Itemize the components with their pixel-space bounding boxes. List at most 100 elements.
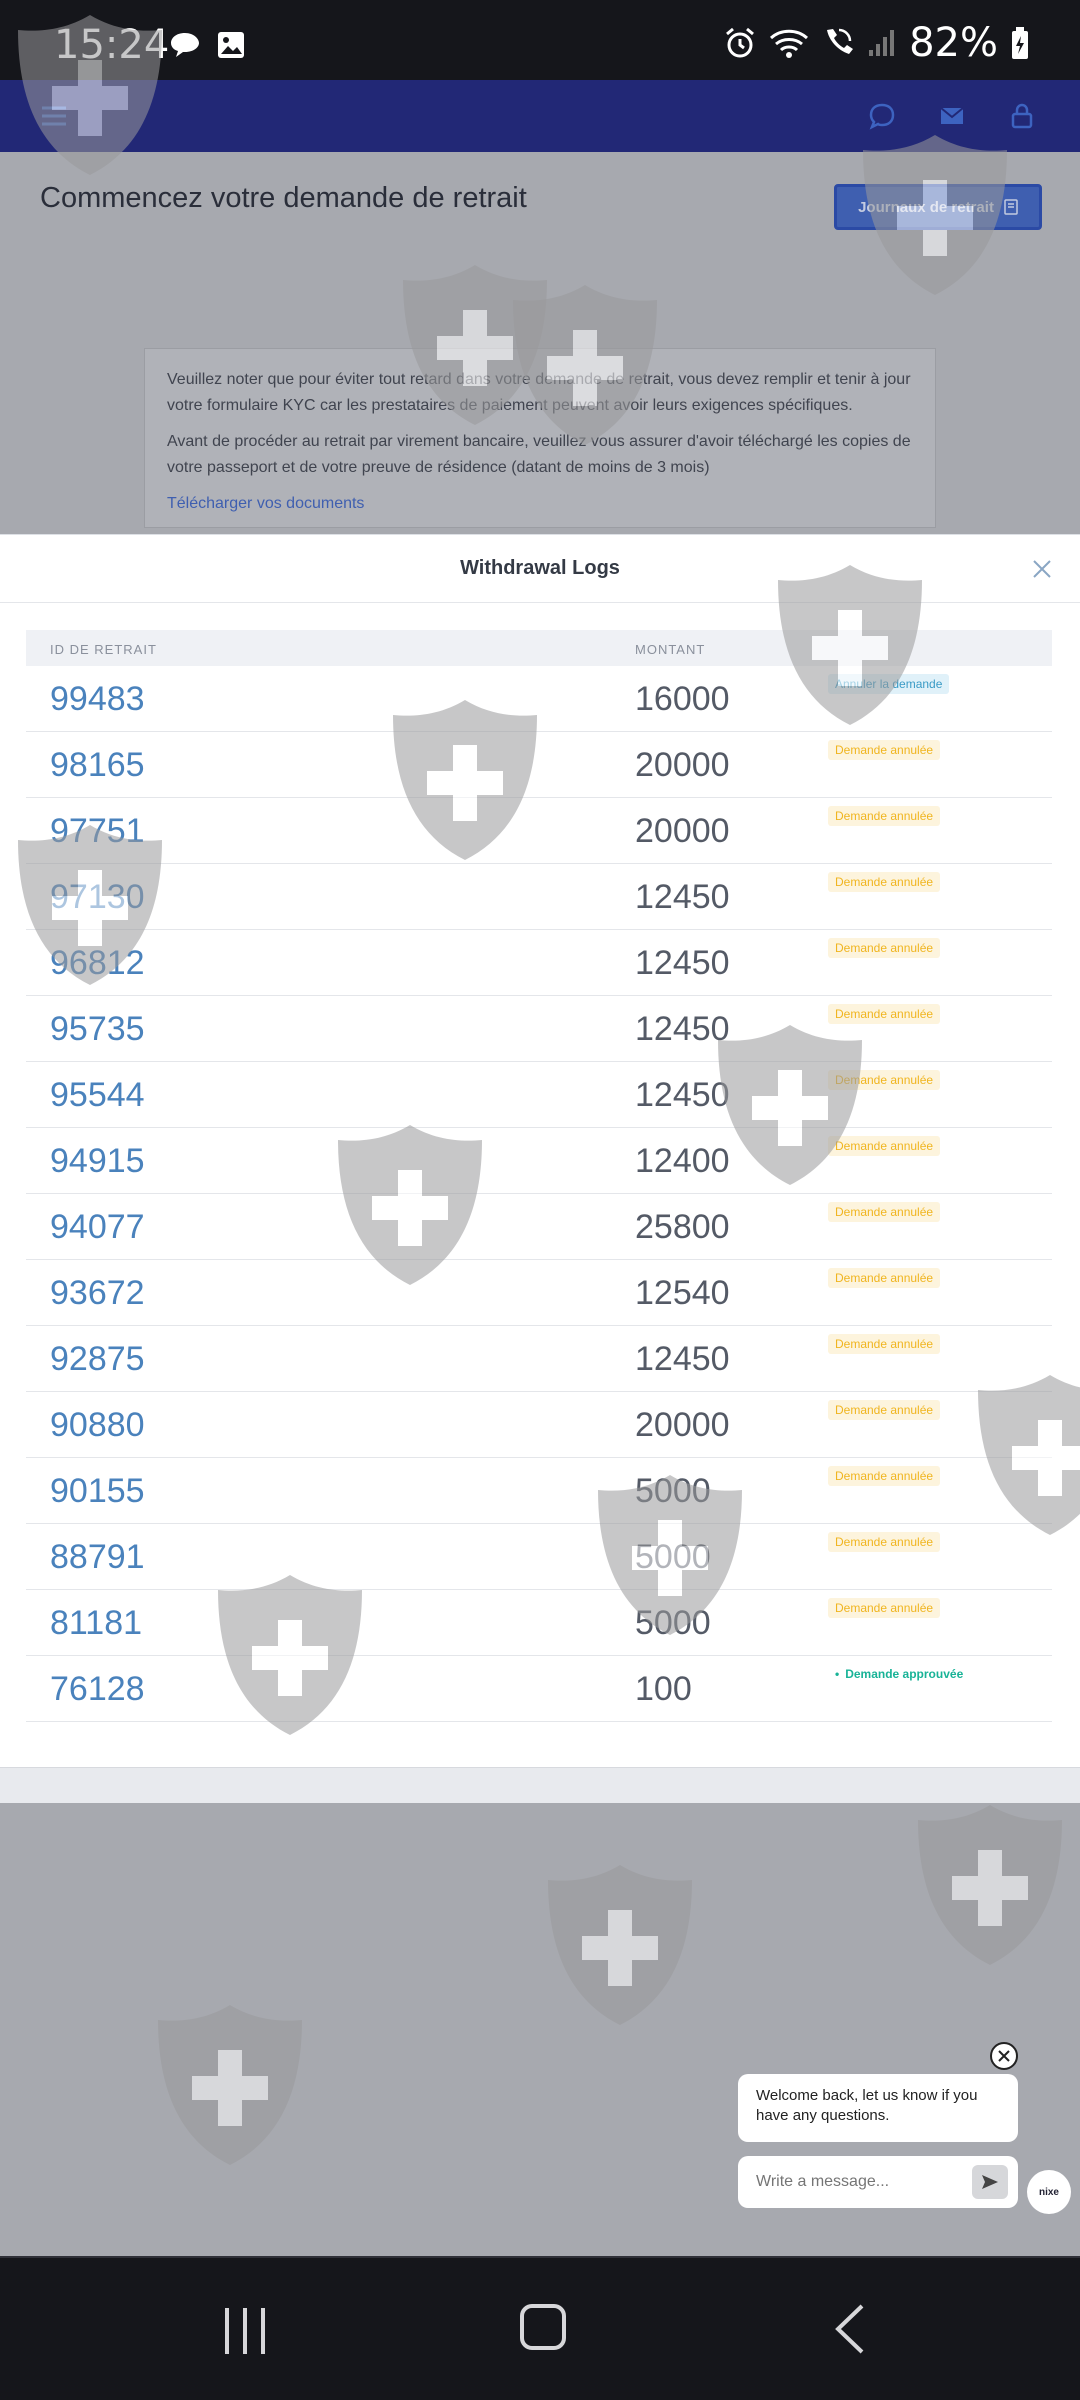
- withdrawal-logs-label: Journaux de retrait: [858, 198, 994, 216]
- status-badge: Demande annulée: [828, 1466, 941, 1486]
- app-header: [0, 80, 1080, 152]
- withdrawal-id[interactable]: 76128: [50, 1670, 145, 1709]
- recents-icon[interactable]: [222, 2306, 268, 2356]
- withdrawal-amount: 5000: [635, 1604, 711, 1642]
- withdrawal-id[interactable]: 98165: [50, 746, 145, 785]
- withdrawal-id[interactable]: 94915: [50, 1142, 145, 1181]
- chat-send-button[interactable]: [972, 2165, 1008, 2199]
- status-badge: Demande annulée: [828, 1598, 941, 1618]
- withdrawal-id[interactable]: 97130: [50, 878, 145, 917]
- withdrawal-id[interactable]: 90155: [50, 1472, 145, 1511]
- page-title: Commencez votre demande de retrait: [40, 182, 527, 214]
- home-icon[interactable]: [520, 2304, 566, 2350]
- withdrawal-id[interactable]: 96812: [50, 944, 145, 983]
- status-badge: Demande annulée: [828, 1532, 941, 1552]
- column-header-amount: MONTANT: [635, 642, 706, 657]
- table-row: 98165 20000 Demande annulée: [26, 732, 1052, 798]
- withdrawal-amount: 12450: [635, 944, 730, 982]
- table-row: 88791 5000 Demande annulée: [26, 1524, 1052, 1590]
- status-bar: 15:24 82%: [0, 0, 1080, 80]
- lock-icon[interactable]: [1008, 102, 1036, 130]
- withdrawal-amount: 5000: [635, 1472, 711, 1510]
- signal-icon: [869, 30, 895, 56]
- image-icon: [218, 32, 244, 58]
- withdrawal-amount: 20000: [635, 1406, 730, 1444]
- table-row: 81181 5000 Demande annulée: [26, 1590, 1052, 1656]
- back-icon[interactable]: [832, 2302, 866, 2356]
- notice-text-1: Veuillez noter que pour éviter tout reta…: [167, 371, 911, 414]
- table-row: 94915 12400 Demande annulée: [26, 1128, 1052, 1194]
- notice-text-2: Avant de procéder au retrait par viremen…: [167, 433, 911, 476]
- chat-dismiss-button[interactable]: [990, 2042, 1018, 2070]
- withdrawal-amount: 12450: [635, 1010, 730, 1048]
- chat-message-input[interactable]: [756, 2173, 972, 2191]
- withdrawal-amount: 12400: [635, 1142, 730, 1180]
- status-badge: Demande annulée: [828, 1136, 941, 1156]
- table-row: 95735 12450 Demande annulée: [26, 996, 1052, 1062]
- status-badge: Demande annulée: [828, 1202, 941, 1222]
- table-row: 90880 20000 Demande annulée: [26, 1392, 1052, 1458]
- close-icon: [998, 2050, 1010, 2062]
- status-badge: Demande annulée: [828, 1400, 941, 1420]
- mail-icon[interactable]: [938, 102, 966, 130]
- modal-title: Withdrawal Logs: [460, 557, 620, 579]
- withdrawal-id[interactable]: 99483: [50, 680, 145, 719]
- modal-header: Withdrawal Logs: [0, 535, 1080, 603]
- status-time: 15:24: [54, 22, 170, 68]
- withdrawal-amount: 12450: [635, 1076, 730, 1114]
- withdrawal-amount: 25800: [635, 1208, 730, 1246]
- status-badge: Demande annulée: [828, 872, 941, 892]
- withdrawal-id[interactable]: 95735: [50, 1010, 145, 1049]
- withdrawal-id[interactable]: 93672: [50, 1274, 145, 1313]
- chat-input-box[interactable]: [738, 2156, 1018, 2208]
- chat-welcome-message: Welcome back, let us know if you have an…: [738, 2074, 1018, 2142]
- table-row: 99483 16000 Annuler la demande: [26, 666, 1052, 732]
- table-row: 97130 12450 Demande annulée: [26, 864, 1052, 930]
- chat-bubble-icon: [171, 33, 199, 57]
- withdrawal-logs-modal: Withdrawal Logs ID DE RETRAIT MONTANT 99…: [0, 534, 1080, 1803]
- table-row: 76128 100 Demande approuvée: [26, 1656, 1052, 1722]
- withdrawal-table: ID DE RETRAIT MONTANT 99483 16000 Annuler …: [26, 630, 1052, 1722]
- withdrawal-id[interactable]: 95544: [50, 1076, 145, 1115]
- withdrawal-id[interactable]: 97751: [50, 812, 145, 851]
- status-badge: Demande annulée: [828, 1268, 941, 1288]
- withdrawal-amount: 16000: [635, 680, 730, 718]
- table-row: 93672 12540 Demande annulée: [26, 1260, 1052, 1326]
- withdrawal-amount: 20000: [635, 812, 730, 850]
- wifi-icon: [770, 29, 809, 58]
- withdrawal-amount: 5000: [635, 1538, 711, 1576]
- withdrawal-amount: 12540: [635, 1274, 730, 1312]
- status-badge: Demande approuvée: [828, 1664, 970, 1684]
- menu-icon[interactable]: [40, 104, 68, 128]
- chat-icon[interactable]: [868, 102, 896, 130]
- status-badge: Demande annulée: [828, 1004, 941, 1024]
- modal-footer: [0, 1767, 1080, 1803]
- upload-documents-link[interactable]: Télécharger vos documents: [167, 491, 913, 517]
- status-badge: Demande annulée: [828, 1070, 941, 1090]
- withdrawal-id[interactable]: 94077: [50, 1208, 145, 1247]
- wifi-call-icon: [827, 28, 854, 54]
- chat-avatar-label: nixe: [1038, 2186, 1059, 2198]
- withdrawal-id[interactable]: 88791: [50, 1538, 145, 1577]
- table-row: 92875 12450 Demande annulée: [26, 1326, 1052, 1392]
- table-header: ID DE RETRAIT MONTANT: [26, 630, 1052, 666]
- send-icon: [982, 2175, 998, 2189]
- battery-level: 82%: [909, 20, 998, 66]
- withdrawal-id[interactable]: 90880: [50, 1406, 145, 1445]
- table-row: 96812 12450 Demande annulée: [26, 930, 1052, 996]
- column-header-id: ID DE RETRAIT: [50, 642, 157, 657]
- close-icon[interactable]: [1030, 557, 1054, 581]
- withdrawal-id[interactable]: 92875: [50, 1340, 145, 1379]
- withdrawal-id[interactable]: 81181: [50, 1604, 142, 1643]
- battery-charging-icon: [1012, 27, 1028, 59]
- withdrawal-amount: 20000: [635, 746, 730, 784]
- table-row: 94077 25800 Demande annulée: [26, 1194, 1052, 1260]
- document-icon: [1004, 199, 1018, 215]
- cancel-request-button[interactable]: Annuler la demande: [828, 674, 950, 694]
- chat-launcher-avatar[interactable]: nixe: [1027, 2170, 1071, 2214]
- withdrawal-logs-button[interactable]: Journaux de retrait: [834, 184, 1042, 230]
- withdrawal-amount: 12450: [635, 878, 730, 916]
- withdrawal-amount: 12450: [635, 1340, 730, 1378]
- status-badge: Demande annulée: [828, 806, 941, 826]
- table-row: 90155 5000 Demande annulée: [26, 1458, 1052, 1524]
